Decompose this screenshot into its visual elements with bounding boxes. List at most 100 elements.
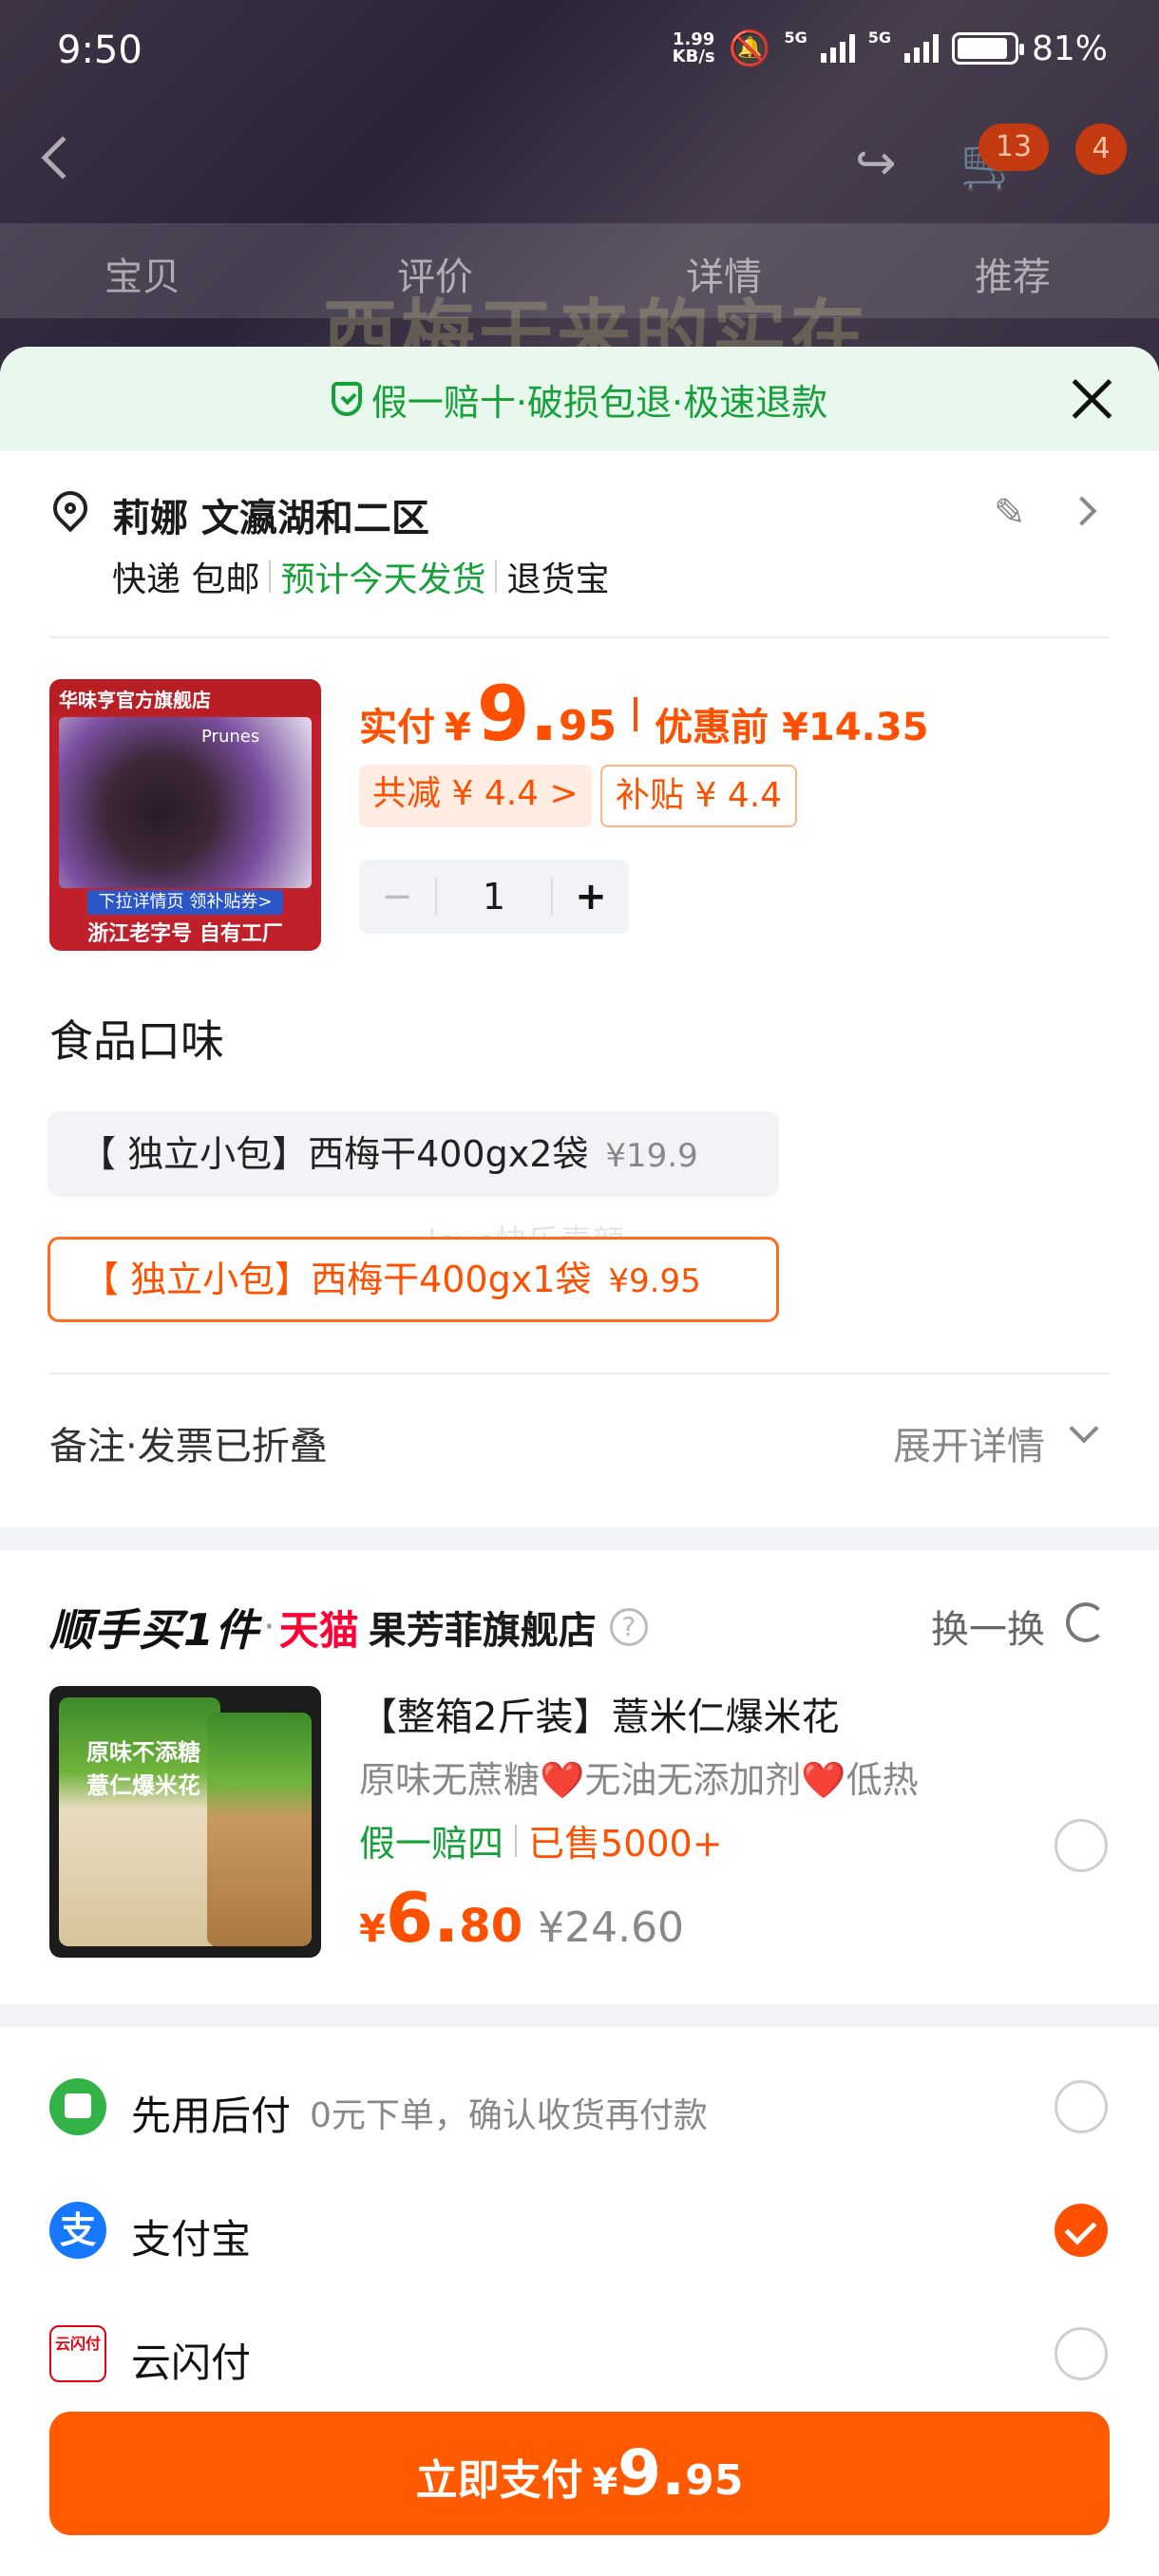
addon-header: 顺手买1件 · 天猫 果芳菲旗舰店 ?: [49, 1596, 648, 1658]
chevron-right-icon[interactable]: [1067, 496, 1097, 526]
addon-image-label: 原味不添糖 薏仁爆米花: [86, 1739, 200, 1799]
product-photo: Prunes: [59, 717, 312, 888]
flavor-title: 食品口味: [49, 1015, 224, 1067]
addon-product-desc: 原味无蔗糖❤️无油无添加剂❤️低热: [359, 1759, 919, 1801]
status-indicators: 1.99 KB/s 🔕 5G 5G 81%: [673, 28, 1108, 68]
remark-invoice-label[interactable]: 备注·发票已折叠: [49, 1415, 328, 1470]
total-reduction-chip[interactable]: 共减 ¥ 4.4 >: [359, 765, 592, 827]
mute-bell-icon: 🔕: [728, 29, 771, 68]
order-sheet: 假一赔十·破损包退·极速退款 莉娜 文瀛湖和二区 ✎ 快递 包邮 预计今天发货 …: [0, 347, 1159, 2576]
product-image-label: Prunes: [201, 727, 260, 747]
payment-radio[interactable]: [1054, 2080, 1108, 2133]
payment-radio-checked[interactable]: [1054, 2204, 1108, 2257]
network-speed: 1.99 KB/s: [673, 31, 715, 66]
price-label: 实付: [359, 706, 435, 749]
share-icon[interactable]: ↪: [855, 135, 897, 192]
pay-now-decimal: 95: [685, 2456, 744, 2505]
addon-dot: ·: [263, 1605, 276, 1649]
price-row: 实付 ¥ 9. 95 优惠前 ¥14.35: [359, 670, 928, 758]
unionpay-icon: 云闪付: [49, 2325, 106, 2382]
addon-select-radio[interactable]: [1054, 1819, 1108, 1872]
pay-now-button[interactable]: 立即支付 ¥ 9. 95: [49, 2412, 1110, 2535]
divider: [49, 1373, 1110, 1374]
payment-label: 支付宝: [131, 2216, 252, 2263]
status-bar: 9:50 1.99 KB/s 🔕 5G 5G 81%: [0, 0, 1159, 104]
product-tabs: 宝贝 评价 详情 推荐: [0, 223, 1159, 318]
payment-option-alipay[interactable]: 支 支付宝: [0, 2185, 1159, 2280]
address-name: 莉娜 文瀛湖和二区: [112, 497, 429, 540]
flavor-option-label: 【 独立小包】西梅干400gx2袋: [80, 1133, 589, 1175]
flavor-option-label: 【 独立小包】西梅干400gx1袋: [83, 1259, 592, 1300]
price-integer: 9.: [476, 670, 559, 758]
price-decimal: 95: [558, 702, 618, 750]
increase-button[interactable]: +: [553, 875, 629, 919]
pay-now-label: 立即支付: [415, 2456, 583, 2505]
signal-1-icon: [820, 34, 855, 63]
price-before-discount: 优惠前 ¥14.35: [655, 706, 929, 749]
flavor-option-price: ¥9.95: [608, 1262, 701, 1300]
signal-2-icon: [903, 34, 939, 63]
flavor-option-price: ¥19.9: [605, 1137, 698, 1175]
return-service: 退货宝: [506, 560, 610, 599]
pay-now-symbol: ¥: [592, 2461, 618, 2503]
tab-item[interactable]: 宝贝: [104, 246, 180, 301]
shipping-eta: 预计今天发货: [280, 560, 486, 599]
edit-icon[interactable]: ✎: [994, 491, 1026, 535]
addon-product-image[interactable]: 原味不添糖 薏仁爆米花: [49, 1686, 321, 1958]
flavor-option[interactable]: 【 独立小包】西梅干400gx2袋 ¥19.9: [48, 1111, 779, 1197]
payment-radio[interactable]: [1054, 2327, 1108, 2380]
alipay-icon: 支: [49, 2202, 106, 2259]
addon-price-decimal: 80: [459, 1900, 523, 1953]
section-gap: [0, 2004, 1159, 2027]
addon-guarantee: 假一赔四: [359, 1823, 504, 1865]
addon-original-price: ¥24.60: [538, 1904, 685, 1952]
product-image[interactable]: 华味亨官方旗舰店 Prunes 下拉详情页 领补贴券> 浙江老字号 自有工厂: [49, 679, 321, 951]
separator: [515, 1824, 518, 1857]
guarantee-text: 假一赔十·破损包退·极速退款: [370, 381, 828, 424]
expand-details-button[interactable]: 展开详情: [893, 1415, 1045, 1470]
swap-button[interactable]: 换一换: [931, 1599, 1045, 1654]
shipping-method: 快递 包邮: [112, 560, 260, 599]
flavor-option-selected[interactable]: 【 独立小包】西梅干400gx1袋 ¥9.95: [48, 1237, 779, 1322]
payment-option-unionpay[interactable]: 云闪付 云闪付: [0, 2308, 1159, 2403]
refresh-icon[interactable]: [1066, 1602, 1106, 1642]
chevron-down-icon[interactable]: [1069, 1413, 1099, 1444]
addon-tags: 假一赔四 已售5000+: [359, 1814, 723, 1866]
addon-product-name[interactable]: 【整箱2斤装】薏米仁爆米花: [359, 1686, 839, 1741]
payment-option-pay-later[interactable]: 先用后付 0元下单，确认收货再付款: [0, 2061, 1159, 2156]
payment-label: 先用后付: [131, 2093, 292, 2139]
location-pin-icon: [51, 491, 89, 535]
store-name[interactable]: 果芳菲旗舰店: [369, 1600, 597, 1655]
addon-price: ¥ 6. 80 ¥24.60: [359, 1878, 684, 1958]
product-image-footer: 浙江老字号 自有工厂: [87, 922, 283, 946]
separator: [495, 560, 498, 593]
back-icon[interactable]: [41, 136, 85, 180]
addon-bag-back: [207, 1713, 312, 1946]
address-section[interactable]: 莉娜 文瀛湖和二区 ✎ 快递 包邮 预计今天发货 退货宝: [0, 480, 1159, 603]
cart-badge: 13: [978, 123, 1049, 171]
tab-reviews[interactable]: 评价: [397, 246, 473, 301]
quantity-value[interactable]: 1: [435, 878, 553, 916]
close-icon[interactable]: [1070, 377, 1113, 421]
decrease-button[interactable]: −: [359, 875, 435, 919]
tab-recommend[interactable]: 推荐: [975, 246, 1051, 301]
product-image-header: 华味亨官方旗舰店: [49, 679, 321, 715]
addon-price-integer: 6.: [385, 1878, 460, 1958]
payment-sub: 0元下单，确认收货再付款: [310, 2096, 708, 2135]
section-gap: [0, 1527, 1159, 1550]
product-top-nav: ↪ 🛒 13 4: [0, 123, 1159, 199]
message-badge: 4: [1075, 123, 1127, 175]
help-icon[interactable]: ?: [609, 1608, 648, 1646]
battery-percent: 81%: [1031, 28, 1108, 68]
quantity-stepper: − 1 +: [359, 860, 629, 934]
pay-later-icon: [49, 2078, 106, 2135]
shield-check-icon: [331, 382, 362, 416]
addon-title: 顺手买1件: [49, 1604, 260, 1656]
network-speed-unit: KB/s: [672, 47, 715, 66]
guarantee-banner: 假一赔十·破损包退·极速退款: [0, 347, 1159, 451]
shipping-info: 快递 包邮 预计今天发货 退货宝: [112, 552, 609, 601]
price-symbol: ¥: [445, 706, 471, 749]
separator: [269, 560, 272, 593]
subsidy-chip: 补贴 ¥ 4.4: [600, 765, 798, 827]
tab-details[interactable]: 详情: [686, 246, 762, 301]
